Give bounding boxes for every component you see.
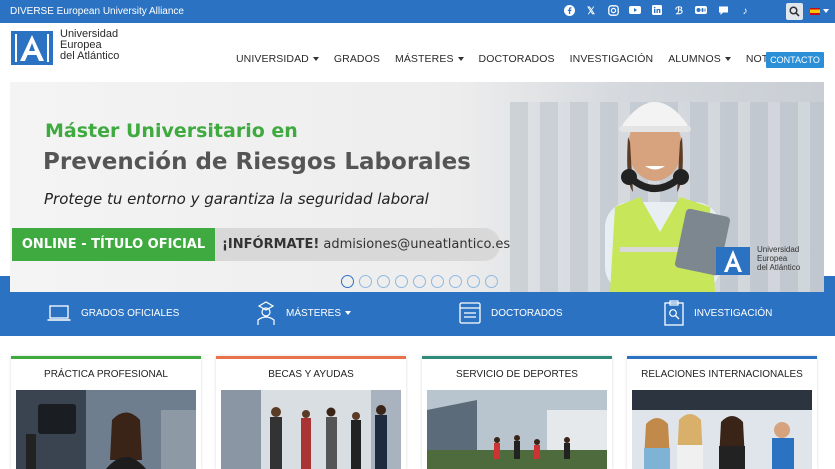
tiktok-icon[interactable]: ♪ bbox=[738, 5, 752, 19]
chevron-down-icon[interactable] bbox=[823, 9, 829, 13]
search-icon bbox=[789, 6, 800, 17]
hero-university-logo bbox=[716, 247, 750, 275]
inform-banner[interactable]: ¡INFÓRMATE! admisiones@uneatlantico.es bbox=[215, 228, 510, 261]
slider-dot[interactable] bbox=[449, 275, 462, 288]
logo-text[interactable]: Universidad Europea del Atlántico bbox=[60, 29, 119, 62]
admissions-email[interactable]: admisiones@uneatlantico.es bbox=[323, 237, 510, 252]
quicklink-doctorados[interactable]: DOCTORADOS bbox=[459, 298, 563, 328]
hero-slider[interactable]: Máster Universitario en Prevención de Ri… bbox=[10, 82, 824, 292]
site-header: Universidad Europea del Atlántico UNIVER… bbox=[0, 23, 835, 73]
card-image bbox=[632, 390, 812, 469]
card-title: PRÁCTICA PROFESIONAL bbox=[44, 369, 168, 380]
inform-label: ¡INFÓRMATE! bbox=[222, 237, 320, 252]
research-document-icon bbox=[664, 300, 684, 326]
medium-icon[interactable] bbox=[694, 5, 708, 19]
behance-icon[interactable]: ℬ bbox=[672, 5, 686, 19]
facebook-icon[interactable] bbox=[562, 4, 576, 19]
slider-dot[interactable] bbox=[395, 275, 408, 288]
linkedin-icon[interactable] bbox=[650, 4, 664, 19]
slider-dot[interactable] bbox=[341, 275, 354, 288]
folder-icon bbox=[459, 302, 481, 324]
slider-dot[interactable] bbox=[467, 275, 480, 288]
quicklink-investigacion[interactable]: INVESTIGACIÓN bbox=[664, 298, 772, 328]
card-relaciones-internacionales[interactable]: RELACIONES INTERNACIONALES bbox=[627, 356, 817, 469]
nav-grados[interactable]: GRADOS bbox=[334, 53, 380, 65]
card-title: RELACIONES INTERNACIONALES bbox=[641, 369, 803, 380]
card-servicio-deportes[interactable]: SERVICIO DE DEPORTES bbox=[422, 356, 612, 469]
worker-photo bbox=[605, 102, 730, 292]
card-becas-ayudas[interactable]: BECAS Y AYUDAS bbox=[216, 356, 406, 469]
chevron-down-icon bbox=[724, 57, 731, 62]
online-badge: ONLINE - TÍTULO OFICIAL bbox=[12, 228, 215, 261]
quicklink-masteres-label: MÁSTERES bbox=[286, 307, 342, 319]
quicklink-grados[interactable]: GRADOS OFICIALES bbox=[47, 298, 179, 328]
alliance-link[interactable]: DIVERSE European University Alliance bbox=[10, 6, 184, 17]
slider-dot[interactable] bbox=[413, 275, 426, 288]
card-title: BECAS Y AYUDAS bbox=[268, 369, 354, 380]
chat-icon[interactable] bbox=[716, 5, 730, 19]
feature-cards: PRÁCTICA PROFESIONAL BECAS Y AYUDAS SERV… bbox=[0, 350, 835, 469]
youtube-icon[interactable] bbox=[628, 5, 642, 19]
card-title: SERVICIO DE DEPORTES bbox=[456, 369, 578, 380]
top-bar: DIVERSE European University Alliance 𝕏 ℬ… bbox=[0, 0, 835, 23]
main-nav: UNIVERSIDAD GRADOS MÁSTERES DOCTORADOS I… bbox=[236, 53, 821, 65]
slider-dot[interactable] bbox=[431, 275, 444, 288]
quicklink-doctorados-label: DOCTORADOS bbox=[491, 307, 563, 319]
slider-dot[interactable] bbox=[359, 275, 372, 288]
slider-dot[interactable] bbox=[377, 275, 390, 288]
chevron-down-icon bbox=[345, 311, 352, 315]
card-image bbox=[427, 390, 607, 469]
social-links: 𝕏 ℬ ♪ bbox=[562, 4, 752, 19]
contact-button[interactable]: CONTACTO bbox=[766, 52, 824, 68]
slider-dots bbox=[341, 275, 498, 288]
university-logo[interactable] bbox=[11, 31, 53, 65]
quicklink-grados-label: GRADOS OFICIALES bbox=[81, 307, 180, 319]
graduate-icon bbox=[257, 301, 275, 325]
search-button[interactable] bbox=[786, 3, 803, 20]
instagram-icon[interactable] bbox=[606, 4, 620, 19]
hero-title-line2: Prevención de Riesgos Laborales bbox=[43, 149, 471, 175]
hero-subtitle: Protege tu entorno y garantiza la seguri… bbox=[44, 190, 429, 208]
logo-line-3: del Atlántico bbox=[60, 50, 120, 62]
laptop-icon bbox=[47, 304, 71, 321]
chevron-down-icon bbox=[312, 57, 319, 62]
nav-masteres[interactable]: MÁSTERES bbox=[395, 53, 464, 65]
chevron-down-icon bbox=[457, 57, 464, 62]
nav-investigacion[interactable]: INVESTIGACIÓN bbox=[570, 53, 654, 65]
card-image bbox=[16, 390, 196, 469]
hero-title-line1: Máster Universitario en bbox=[45, 120, 298, 142]
quicklink-investigacion-label: INVESTIGACIÓN bbox=[694, 307, 773, 319]
hero-logo-text: Universidad Europea del Atlántico bbox=[757, 245, 801, 272]
quicklink-masteres[interactable]: MÁSTERES bbox=[256, 298, 352, 328]
spanish-flag-icon[interactable] bbox=[810, 8, 820, 15]
card-practica-profesional[interactable]: PRÁCTICA PROFESIONAL bbox=[11, 356, 201, 469]
nav-doctorados[interactable]: DOCTORADOS bbox=[479, 53, 555, 65]
nav-alumnos[interactable]: ALUMNOS bbox=[668, 53, 731, 65]
x-icon[interactable]: 𝕏 bbox=[584, 5, 598, 19]
card-image bbox=[221, 390, 401, 469]
nav-universidad[interactable]: UNIVERSIDAD bbox=[236, 53, 319, 65]
slider-dot[interactable] bbox=[485, 275, 498, 288]
